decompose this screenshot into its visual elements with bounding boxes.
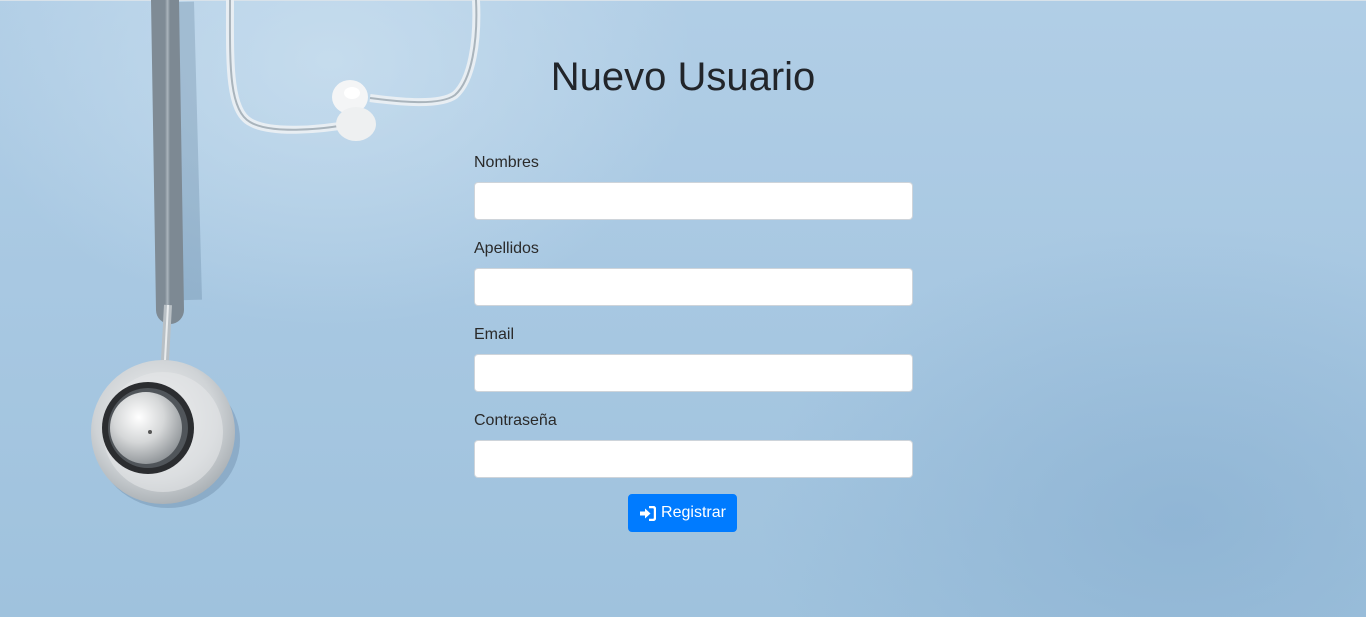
sign-in-icon (639, 505, 657, 521)
contrasena-label: Contraseña (474, 412, 557, 429)
email-input[interactable] (474, 354, 913, 392)
nombres-input[interactable] (474, 182, 913, 220)
nombres-label: Nombres (474, 154, 539, 171)
apellidos-label: Apellidos (474, 240, 539, 257)
contrasena-input[interactable] (474, 440, 913, 478)
page-title: Nuevo Usuario (550, 55, 816, 99)
email-label: Email (474, 326, 515, 343)
registrar-button[interactable]: Registrar (628, 494, 737, 532)
registrar-button-label: Registrar (661, 504, 726, 521)
apellidos-input[interactable] (474, 268, 913, 306)
